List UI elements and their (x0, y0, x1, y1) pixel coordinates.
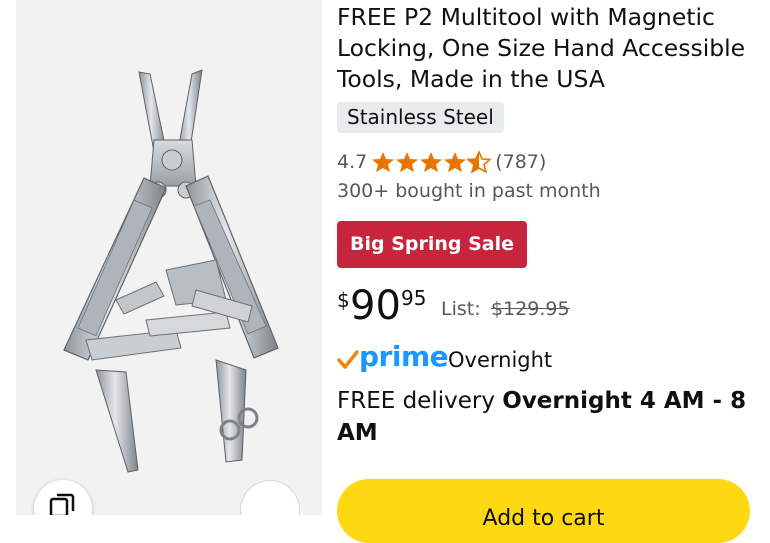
star-icon (444, 152, 467, 172)
star-icon (372, 152, 395, 172)
star-icon (420, 152, 443, 172)
price-currency: $ (337, 288, 350, 312)
star-rating (371, 151, 492, 173)
view-similar-icon (49, 493, 75, 515)
prime-check-icon (337, 350, 359, 369)
list-price: $129.95 (491, 298, 570, 320)
rating-value: 4.7 (337, 151, 368, 173)
deal-badge: Big Spring Sale (337, 221, 528, 268)
price-fraction: 95 (401, 286, 427, 310)
star-icon (396, 152, 419, 172)
list-price-label: List: (441, 298, 481, 320)
bought-count: 300+ bought in past month (337, 180, 601, 202)
product-image-panel[interactable] (16, 0, 322, 515)
product-image[interactable] (16, 0, 322, 515)
price-whole: 90 (350, 283, 401, 329)
prime-speed: Overnight (448, 348, 553, 372)
half-star-icon (467, 151, 492, 173)
add-to-cart-button[interactable]: Add to cart (337, 479, 750, 543)
review-count: (787) (495, 151, 547, 173)
rating-row[interactable]: 4.7 (787) (337, 148, 546, 176)
delivery-message: FREE delivery Overnight 4 AM - 8 AM (337, 385, 747, 449)
prime-logo: prime (359, 340, 449, 373)
delivery-prefix: FREE delivery (337, 388, 503, 414)
variant-chip[interactable]: Stainless Steel (337, 102, 504, 133)
product-title[interactable]: FREE P2 Multitool with Magnetic Locking,… (337, 2, 762, 95)
